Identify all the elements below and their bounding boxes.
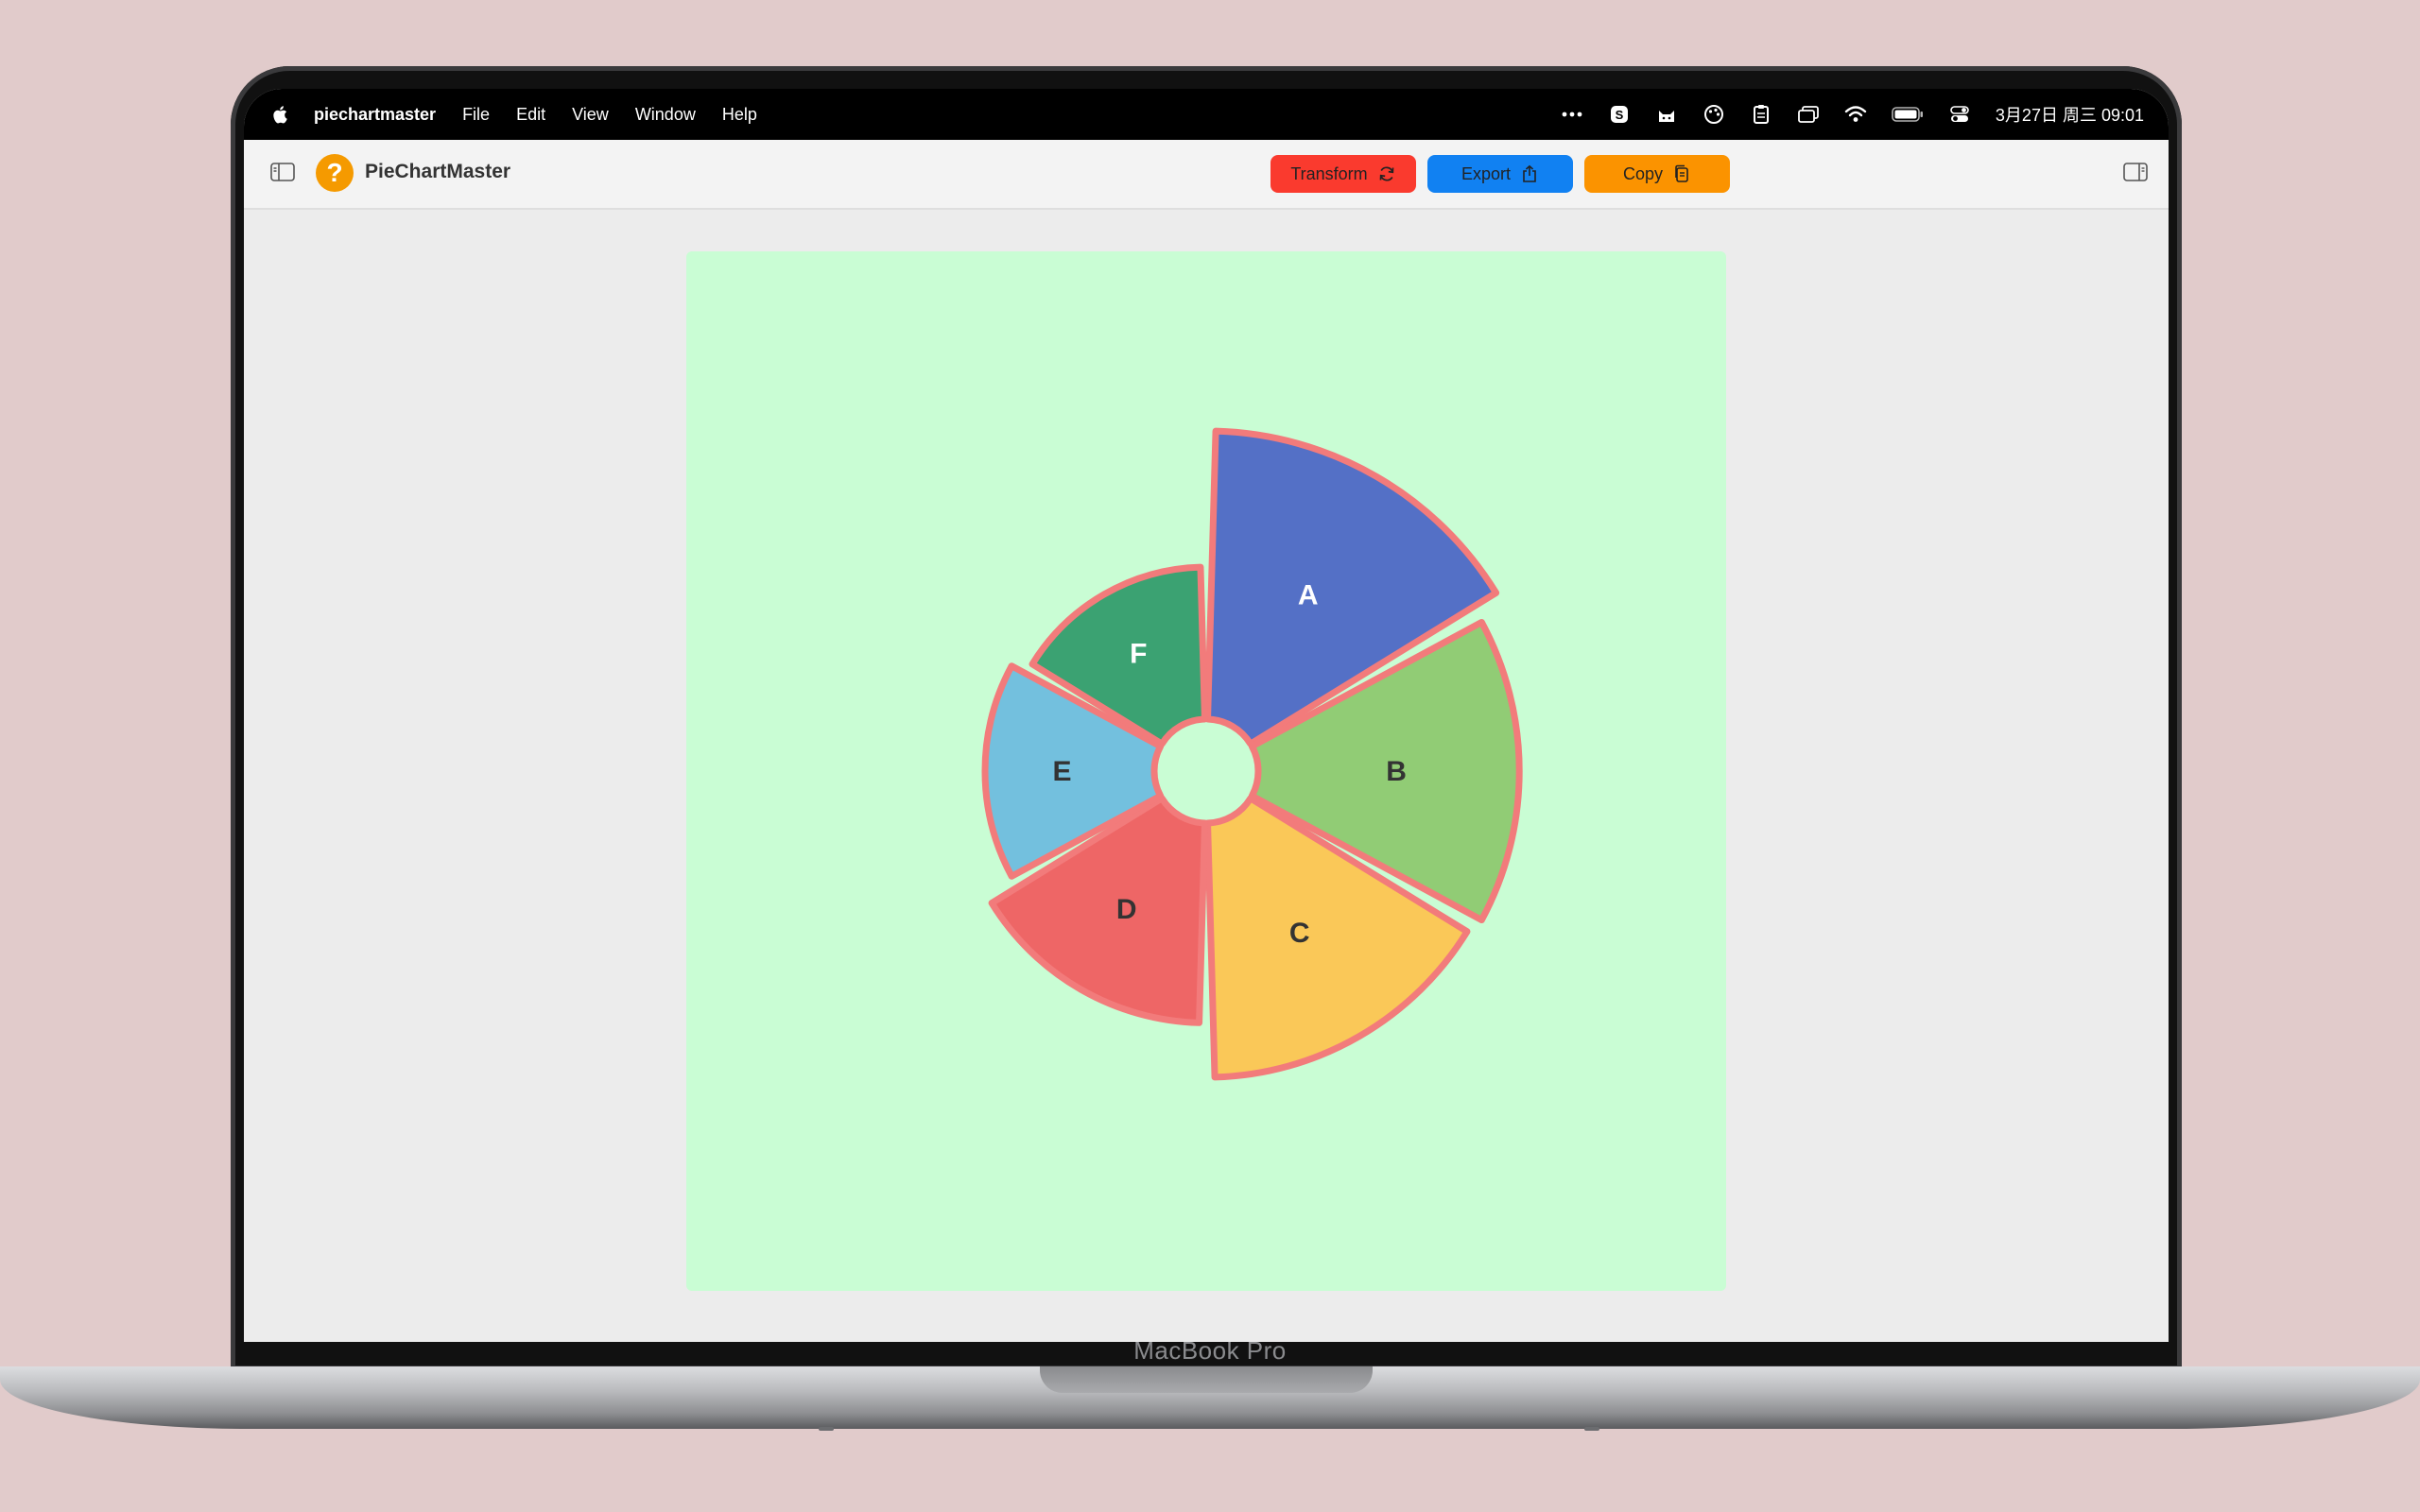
chart-canvas: A B C D E F xyxy=(686,251,1726,1291)
wifi-icon[interactable] xyxy=(1844,103,1867,126)
menu-clock[interactable]: 3月27日 周三 09:01 xyxy=(1996,102,2144,127)
copy-button-label: Copy xyxy=(1622,163,1664,183)
inspector-toggle-icon[interactable] xyxy=(2123,163,2148,181)
menu-file[interactable]: File xyxy=(462,105,490,125)
clipboard-icon[interactable] xyxy=(1750,103,1772,126)
pie-label-e: E xyxy=(1052,756,1071,787)
sidebar-toggle-icon[interactable] xyxy=(270,163,295,181)
pie-label-c: C xyxy=(1289,918,1310,949)
pie-label-a: A xyxy=(1298,579,1319,610)
share-icon xyxy=(1520,164,1539,183)
cat-icon[interactable] xyxy=(1655,103,1678,126)
menu-edit[interactable]: Edit xyxy=(516,105,545,125)
pie-label-b: B xyxy=(1386,756,1407,787)
menu-bar: piechartmaster File Edit View Window Hel… xyxy=(244,89,2169,140)
app-title: PieChartMaster xyxy=(365,161,511,182)
app-logo-icon: ? xyxy=(316,154,354,192)
control-center-icon[interactable] xyxy=(1948,103,1971,126)
menu-view[interactable]: View xyxy=(572,105,609,125)
transform-button[interactable]: Transform xyxy=(1270,155,1416,193)
refresh-icon xyxy=(1377,164,1396,183)
skype-icon[interactable]: S xyxy=(1608,103,1631,126)
copy-button[interactable]: Copy xyxy=(1584,155,1730,193)
windows-icon[interactable] xyxy=(1797,103,1820,126)
menu-help[interactable]: Help xyxy=(722,105,757,125)
toolbar: ? PieChartMaster xyxy=(244,140,2169,210)
transform-button-label: Transform xyxy=(1290,163,1368,183)
export-button-label: Export xyxy=(1461,163,1512,183)
apple-menu-icon[interactable] xyxy=(270,103,291,126)
screen: piechartmaster File Edit View Window Hel… xyxy=(244,89,2169,1342)
laptop-foot xyxy=(1584,1427,1599,1431)
battery-icon[interactable] xyxy=(1892,103,1924,126)
laptop-notch xyxy=(1040,1366,1373,1393)
status-area: S 3月27日 周三 09:01 xyxy=(1561,102,2144,127)
svg-text:S: S xyxy=(1616,108,1624,122)
pie-label-f: F xyxy=(1130,639,1147,670)
more-icon[interactable] xyxy=(1561,103,1583,126)
copy-icon xyxy=(1672,164,1691,183)
laptop-foot xyxy=(819,1427,834,1431)
palette-icon[interactable] xyxy=(1703,103,1725,126)
pie-chart: A B C D E F xyxy=(981,427,1523,1081)
menu-app-name[interactable]: piechartmaster xyxy=(314,105,436,125)
export-button[interactable]: Export xyxy=(1427,155,1573,193)
menu-window[interactable]: Window xyxy=(635,105,696,125)
pie-label-d: D xyxy=(1116,894,1137,925)
